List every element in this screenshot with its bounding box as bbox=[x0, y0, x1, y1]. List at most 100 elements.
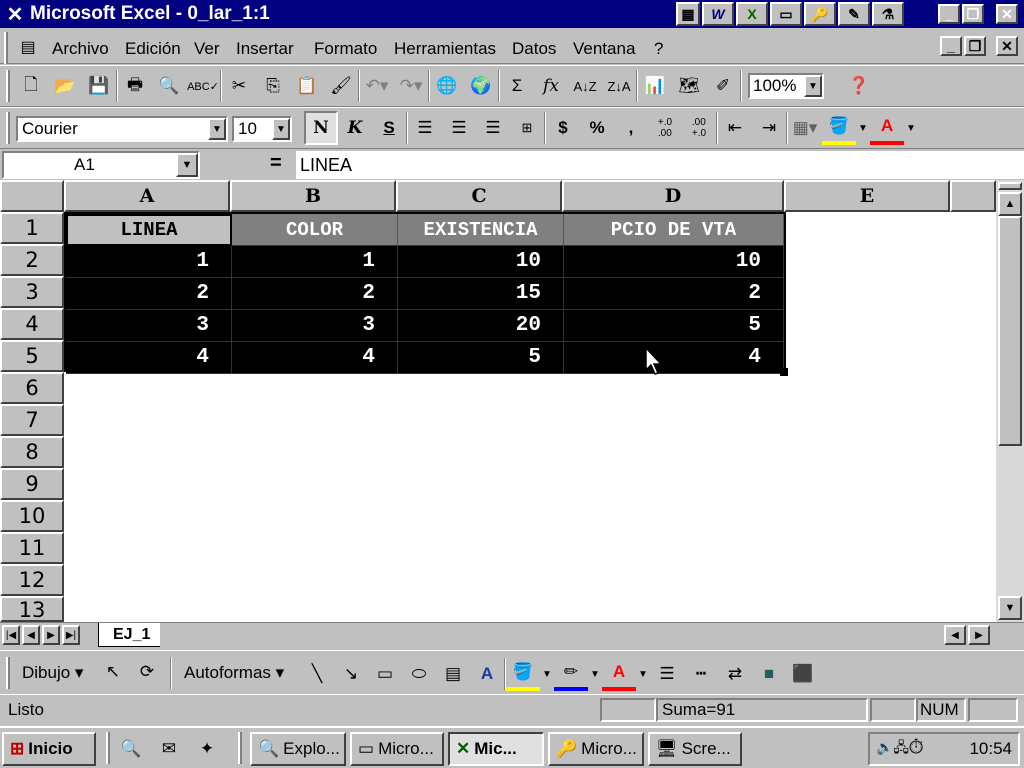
clock[interactable]: 10:54 bbox=[969, 739, 1012, 759]
oval-icon[interactable]: ⬭ bbox=[402, 657, 436, 691]
task-explorer[interactable]: 🔍 Explo... bbox=[250, 732, 346, 766]
excel-icon[interactable]: X bbox=[736, 2, 768, 26]
table-cell[interactable]: 2 bbox=[564, 278, 784, 310]
thousands-button[interactable]: , bbox=[614, 111, 648, 145]
quicklaunch-outlook-icon[interactable]: ✉ bbox=[154, 732, 184, 766]
column-header-a[interactable]: A bbox=[64, 180, 230, 212]
bold-button[interactable]: N bbox=[304, 111, 338, 145]
row-header[interactable]: 5 bbox=[0, 340, 64, 372]
increase-decimals-button[interactable]: +.0 .00 bbox=[648, 111, 682, 145]
scroll-down-icon[interactable]: ▼ bbox=[998, 596, 1022, 620]
rectangle-icon[interactable]: ▭ bbox=[368, 657, 402, 691]
redo-icon[interactable]: ↷▾ bbox=[394, 69, 428, 103]
table-cell[interactable]: 4 bbox=[564, 342, 784, 374]
table-cell[interactable]: 10 bbox=[398, 246, 564, 278]
autoformas-menu[interactable]: Autoformas ▾ bbox=[184, 663, 284, 683]
drawing-icon[interactable]: ✐ bbox=[706, 69, 740, 103]
menu-help[interactable]: ? bbox=[654, 39, 663, 59]
menu-insertar[interactable]: Insertar bbox=[236, 39, 294, 59]
start-button[interactable]: ⊞ Inicio bbox=[2, 732, 96, 766]
worksheet-grid[interactable]: A B C D E 1 2 3 4 5 6 7 8 9 10 11 12 13 … bbox=[0, 180, 996, 622]
task-microsoft-1[interactable]: ▭ Micro... bbox=[350, 732, 444, 766]
workbook-icon[interactable]: ▤ bbox=[14, 34, 42, 60]
row-header[interactable]: 13 bbox=[0, 596, 64, 622]
access-key-icon[interactable]: 🔑 bbox=[804, 2, 836, 26]
table-cell[interactable]: 4 bbox=[232, 342, 398, 374]
table-header-cell[interactable]: EXISTENCIA bbox=[398, 214, 564, 246]
hscroll-left-icon[interactable]: ◀ bbox=[944, 625, 966, 645]
font-size-select[interactable]: 10 ▼ bbox=[232, 116, 292, 142]
menu-edicion[interactable]: Edición bbox=[125, 39, 181, 59]
dibujo-menu[interactable]: Dibujo ▾ bbox=[22, 663, 83, 683]
task-excel[interactable]: ✕ Mic... bbox=[448, 732, 544, 766]
shadow-icon[interactable]: ■ bbox=[752, 657, 786, 691]
row-header[interactable]: 2 bbox=[0, 244, 64, 276]
task-screen[interactable]: 🖥 Scre... bbox=[648, 732, 742, 766]
row-header[interactable]: 9 bbox=[0, 468, 64, 500]
copy-icon[interactable]: ⎘ bbox=[256, 69, 290, 103]
line-icon[interactable]: ╲ bbox=[300, 657, 334, 691]
zoom-select[interactable]: 100% ▼ bbox=[748, 73, 824, 99]
dropdown-arrow-icon[interactable]: ▼ bbox=[588, 657, 602, 691]
table-cell[interactable]: 5 bbox=[398, 342, 564, 374]
column-header-d[interactable]: D bbox=[562, 180, 784, 212]
menu-archivo[interactable]: Archivo bbox=[52, 39, 109, 59]
free-rotate-icon[interactable]: ⟳ bbox=[130, 655, 164, 689]
hyperlink-icon[interactable]: 🌐 bbox=[430, 69, 464, 103]
chart-wizard-icon[interactable]: 📊 bbox=[638, 69, 672, 103]
menu-ventana[interactable]: Ventana bbox=[573, 39, 635, 59]
table-header-cell[interactable]: LINEA bbox=[66, 214, 232, 246]
office-assistant-icon[interactable]: ❓ bbox=[842, 69, 876, 103]
wordart-icon[interactable]: A bbox=[470, 657, 504, 691]
table-cell[interactable]: 20 bbox=[398, 310, 564, 342]
percent-button[interactable]: % bbox=[580, 111, 614, 145]
dropdown-arrow-icon[interactable]: ▼ bbox=[540, 657, 554, 691]
column-header-e[interactable]: E bbox=[784, 180, 950, 212]
font-select[interactable]: Courier ▼ bbox=[16, 116, 228, 142]
select-all-corner[interactable] bbox=[0, 180, 64, 212]
arrow-icon[interactable]: ↘ bbox=[334, 657, 368, 691]
borders-icon[interactable]: ▦▾ bbox=[788, 111, 822, 145]
last-sheet-icon[interactable]: ▶| bbox=[62, 625, 80, 645]
sort-ascending-icon[interactable]: A↓Z bbox=[568, 69, 602, 103]
fill-color-icon[interactable]: 🪣 bbox=[822, 111, 856, 145]
print-icon[interactable]: 🖶 bbox=[118, 69, 152, 103]
underline-button[interactable]: S bbox=[372, 111, 406, 145]
dropdown-arrow-icon[interactable]: ▼ bbox=[904, 111, 918, 145]
line-color-icon[interactable]: ✏ bbox=[554, 657, 588, 691]
next-sheet-icon[interactable]: ▶ bbox=[42, 625, 60, 645]
hscroll-right-icon[interactable]: ▶ bbox=[968, 625, 990, 645]
save-icon[interactable]: 💾 bbox=[82, 69, 116, 103]
row-header[interactable]: 10 bbox=[0, 500, 64, 532]
chevron-down-icon[interactable]: ▼ bbox=[804, 75, 822, 97]
prev-sheet-icon[interactable]: ◀ bbox=[22, 625, 40, 645]
sort-descending-icon[interactable]: Z↓A bbox=[602, 69, 636, 103]
task-microsoft-2[interactable]: 🔑 Micro... bbox=[548, 732, 644, 766]
quicklaunch-explorer-icon[interactable]: 🔍 bbox=[116, 732, 146, 766]
powerpoint-icon[interactable]: ▭ bbox=[770, 2, 802, 26]
row-header[interactable]: 3 bbox=[0, 276, 64, 308]
currency-button[interactable]: $ bbox=[546, 111, 580, 145]
paste-icon[interactable]: 📋 bbox=[290, 69, 324, 103]
formula-equals[interactable]: = bbox=[270, 152, 282, 175]
row-header[interactable]: 11 bbox=[0, 532, 64, 564]
dropdown-arrow-icon[interactable]: ▼ bbox=[856, 111, 870, 145]
row-header[interactable]: 4 bbox=[0, 308, 64, 340]
table-cell[interactable]: 2 bbox=[66, 278, 232, 310]
italic-button[interactable]: K bbox=[338, 111, 372, 145]
fill-handle[interactable] bbox=[780, 368, 788, 376]
dropdown-arrow-icon[interactable]: ▼ bbox=[636, 657, 650, 691]
font-color-icon[interactable]: A bbox=[870, 111, 904, 145]
align-right-icon[interactable]: ☰ bbox=[476, 111, 510, 145]
print-preview-icon[interactable]: 🔍 bbox=[152, 69, 186, 103]
new-document-icon[interactable]: 🗋 bbox=[14, 69, 48, 103]
table-cell[interactable]: 10 bbox=[564, 246, 784, 278]
chevron-down-icon[interactable]: ▼ bbox=[176, 153, 198, 177]
function-icon[interactable]: fx bbox=[534, 69, 568, 103]
column-header-c[interactable]: C bbox=[396, 180, 562, 212]
autosum-icon[interactable]: Σ bbox=[500, 69, 534, 103]
row-header[interactable]: 7 bbox=[0, 404, 64, 436]
doc-close-button[interactable]: ✕ bbox=[996, 36, 1018, 56]
doc-minimize-button[interactable]: _ bbox=[940, 36, 962, 56]
web-toolbar-icon[interactable]: 🌍 bbox=[464, 69, 498, 103]
